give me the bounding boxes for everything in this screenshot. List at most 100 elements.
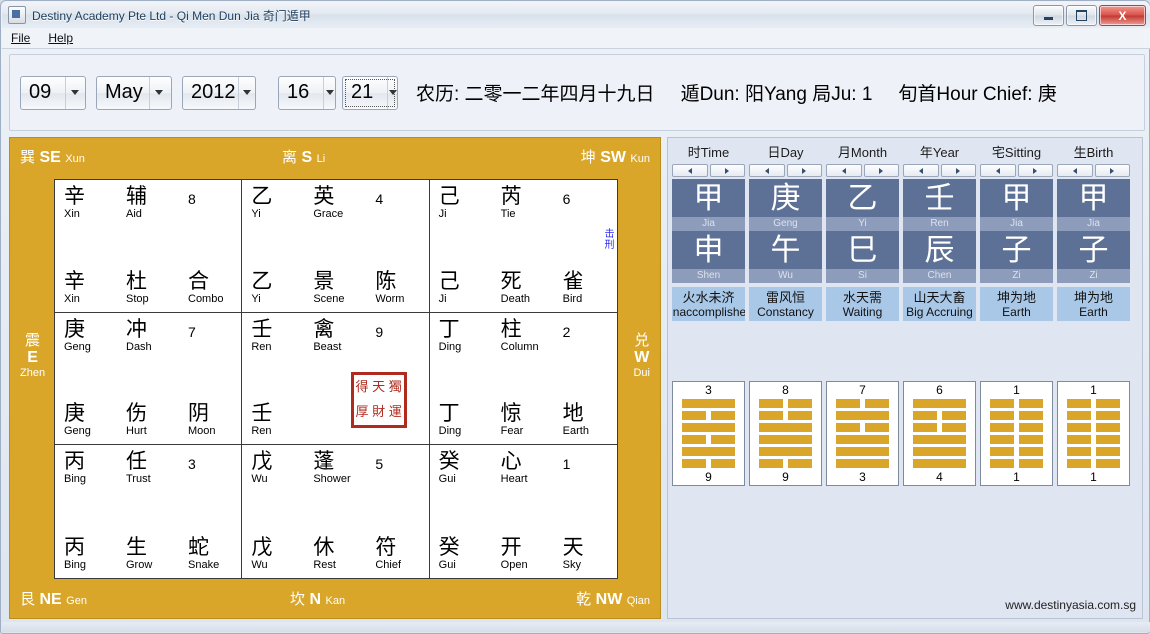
palace-cell[interactable]: 丁 Ding 柱 Column 2 丁 Ding 惊 Fear 地 Earth <box>429 313 617 446</box>
hexagram-line-segment <box>865 399 889 408</box>
palace-glyph-cn: 生 <box>126 536 147 559</box>
palace-glyph-cn: 丁 <box>438 317 460 341</box>
day-dropdown-arrow[interactable] <box>65 76 84 109</box>
palace-glyph-cn: 杜 <box>126 269 147 293</box>
app-icon <box>8 6 26 24</box>
spin-left-button[interactable] <box>980 164 1016 177</box>
palace-glyph-py: Gui <box>438 473 456 486</box>
palace-cell[interactable]: 辛 Xin 辅 Aid 8 辛 Xin 杜 Stop 合 Combo <box>55 180 243 313</box>
spin-right-button[interactable] <box>709 164 745 177</box>
hexagram-line-segment <box>1096 423 1120 432</box>
minute-dropdown-arrow[interactable] <box>387 76 397 109</box>
day-select[interactable]: 09 <box>20 75 86 110</box>
pillar-branch-py: Wu <box>749 269 822 283</box>
palace-glyph: 雀 Bird <box>563 270 625 305</box>
spin-right-button[interactable] <box>940 164 976 177</box>
palace-glyph-cn: 壬 <box>251 402 273 426</box>
palace-cell[interactable]: 戊 Wu 蓬 Shower 5 戊 Wu 休 Rest 符 Chief <box>242 445 430 578</box>
hexagram-line-solid <box>913 435 966 444</box>
menu-item-help[interactable]: Help <box>39 29 82 47</box>
minimize-icon <box>1034 6 1063 25</box>
hexagram-box: 11 <box>1057 381 1130 486</box>
chevron-right-icon <box>802 167 807 174</box>
spin-left-button[interactable] <box>903 164 939 177</box>
hexagram-line-segment <box>913 435 966 444</box>
hexagram-line-segment <box>759 399 783 408</box>
month-dropdown-arrow[interactable] <box>148 76 168 109</box>
hexagram-line-broken <box>682 435 735 444</box>
pillar-header: 时Time <box>687 145 730 160</box>
direction-nw-abbr: NW <box>595 591 623 608</box>
hexagram-name-en: Unaccomplished <box>672 304 745 319</box>
hexagram-line-segment <box>990 459 1014 468</box>
hexagram-name-en: Earth <box>1079 304 1108 319</box>
hexagram-line-segment <box>1096 399 1120 408</box>
month-select[interactable]: May <box>96 75 172 110</box>
hexagram-box: 64 <box>903 381 976 486</box>
hexagram-line-solid <box>913 399 966 408</box>
palace-cell[interactable]: 庚 Geng 冲 Dash 7 庚 Geng 伤 Hurt 阴 Moon <box>55 312 243 446</box>
window-controls: X <box>1033 5 1146 26</box>
menu-item-file[interactable]: File <box>2 29 39 47</box>
title-bar: Destiny Academy Pte Ltd - Qi Men Dun Jia… <box>2 2 1150 29</box>
seal-character: 獨 <box>388 380 402 396</box>
palace-cell[interactable]: 己 Ji 芮 Tie 6 己 Ji 死 Death 雀 Bird 击刑 <box>429 180 617 313</box>
hexagram-box: 73 <box>826 381 899 486</box>
palace-glyph-py: Snake <box>188 559 220 571</box>
pillar-stem-py: Ren <box>903 217 976 231</box>
palace-cell[interactable]: 壬 Ren 禽 Beast 9 壬 Ren 得天獨厚財運 <box>242 312 430 446</box>
spin-right-button[interactable] <box>1017 164 1053 177</box>
palace-bottom-row: 丙 Bing 生 Grow 蛇 Snake <box>64 536 250 572</box>
spin-right-button[interactable] <box>863 164 899 177</box>
palace-cell[interactable]: 癸 Gui 心 Heart 1 癸 Gui 开 Open 天 Sky <box>430 445 617 578</box>
minute-select[interactable]: 21 <box>342 75 398 110</box>
palace-glyph-cn: 惊 <box>500 402 522 426</box>
hour-dropdown-arrow[interactable] <box>323 76 335 109</box>
year-dropdown-arrow[interactable] <box>237 76 255 109</box>
hexagram-bottom-number: 9 <box>705 470 712 484</box>
pillar-columns: 时Time甲Jia申Shen火水未济Unaccomplished日Day庚Gen… <box>672 142 1130 321</box>
hexagram-name-cn: 坤为地 <box>1073 289 1113 305</box>
palace-bottom-row: 丁 Ding 惊 Fear 地 Earth <box>438 402 625 438</box>
minimize-button[interactable] <box>1033 5 1064 26</box>
palace-glyph: 禽 Beast <box>313 318 375 353</box>
hexagram-line-broken <box>836 399 889 408</box>
spin-left-button[interactable] <box>672 164 708 177</box>
chevron-left-icon <box>995 167 1000 174</box>
direction-nw-py: Qian <box>626 595 650 607</box>
direction-s-cn: 离 <box>282 149 298 166</box>
pillar-branch-py: Chen <box>903 269 976 283</box>
close-button[interactable]: X <box>1099 5 1146 26</box>
palace-cell[interactable]: 丙 Bing 任 Trust 3 丙 Bing 生 Grow 蛇 Snake <box>55 445 243 578</box>
direction-sw-cn: 坤 <box>580 149 596 166</box>
hexagram-line-broken <box>913 411 966 420</box>
palace-glyph-py: Bing <box>64 473 87 486</box>
palace-glyph-cn: 地 <box>562 402 584 426</box>
spin-left-button[interactable] <box>826 164 862 177</box>
hexagram-lines <box>990 399 1043 468</box>
maximize-button[interactable] <box>1066 5 1097 26</box>
hexagram-line-segment <box>759 459 783 468</box>
palace-glyph-cn: 阴 <box>188 402 209 426</box>
hexagram-line-segment <box>1019 411 1043 420</box>
direction-e-py: Zhen <box>20 367 46 379</box>
hexagram-line-solid <box>836 459 889 468</box>
palace-glyph: 己 Ji <box>439 186 501 221</box>
direction-label-sw: 坤 SW Kun <box>581 150 650 166</box>
hexagram-line-segment <box>836 411 889 420</box>
year-select[interactable]: 2012 <box>182 75 256 110</box>
hour-select[interactable]: 16 <box>278 75 336 110</box>
hexagram-line-broken <box>1067 435 1120 444</box>
palace-cell[interactable]: 乙 Yi 英 Grace 4 乙 Yi 景 Scene 陈 Worm <box>242 180 430 313</box>
pillars-panel: 时Time甲Jia申Shen火水未济Unaccomplished日Day庚Gen… <box>667 137 1143 619</box>
hexagram-box: 39 <box>672 381 745 486</box>
palace-glyph-py: Ding <box>438 425 462 438</box>
spin-left-button[interactable] <box>1057 164 1093 177</box>
spin-right-button[interactable] <box>1094 164 1130 177</box>
date-time-toolbar: 09 May 2012 16 21 农历: 二零一二年四月十九日 遁Dun: 阳… <box>9 54 1145 131</box>
spin-right-button[interactable] <box>786 164 822 177</box>
spin-left-button[interactable] <box>749 164 785 177</box>
palace-glyph-cn: 蓬 <box>313 450 335 474</box>
hexagram-line-segment <box>1096 459 1120 468</box>
palace-glyph: 合 Combo <box>188 270 250 305</box>
